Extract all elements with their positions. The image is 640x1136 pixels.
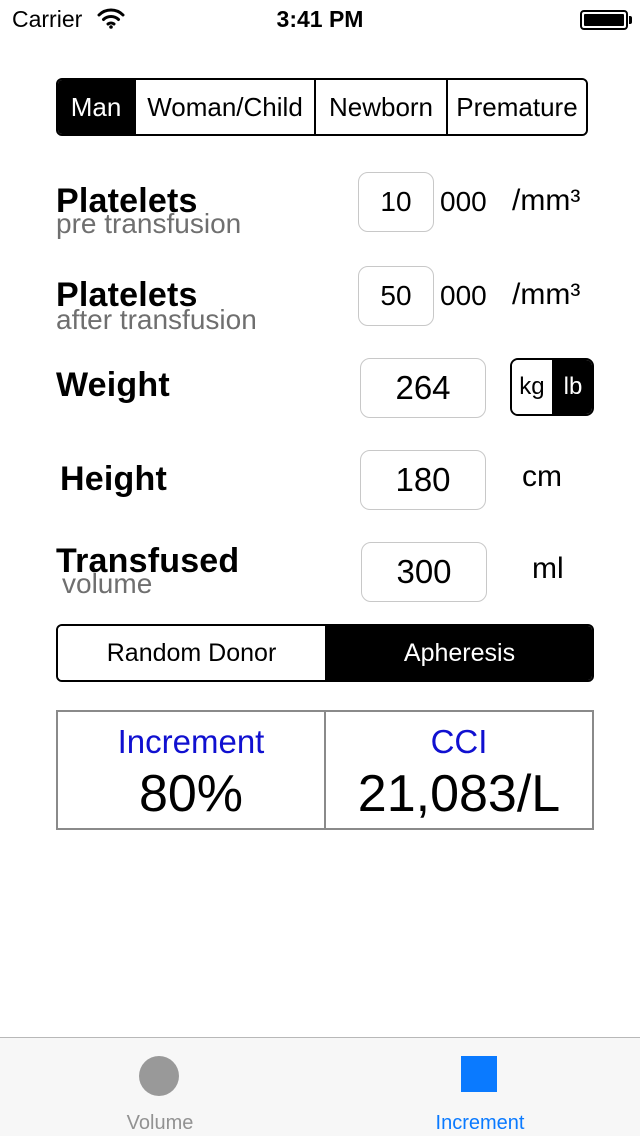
transfused-volume-input[interactable]: 300 xyxy=(361,542,487,602)
segment-apheresis[interactable]: Apheresis xyxy=(325,626,592,680)
patient-type-segmented-control: Man Woman/Child Newborn Premature xyxy=(56,78,588,136)
segment-lb[interactable]: lb xyxy=(551,360,592,414)
height-unit: cm xyxy=(522,460,562,493)
tab-bar: Volume Increment xyxy=(0,1037,640,1136)
cci-value: 21,083/L xyxy=(357,765,561,823)
segment-newborn[interactable]: Newborn xyxy=(314,80,446,134)
transfused-unit: ml xyxy=(532,552,564,585)
weight-input[interactable]: 264 xyxy=(360,358,486,418)
transfused-sublabel: volume xyxy=(62,568,153,599)
platelets-post-sublabel: after transfusion xyxy=(56,304,257,335)
donor-type-segmented-control: Random Donor Apheresis xyxy=(56,624,594,682)
height-label: Height xyxy=(60,460,167,498)
platelets-pre-suffix: 000 xyxy=(440,186,487,217)
platelets-pre-sublabel: pre transfusion xyxy=(56,208,242,239)
increment-value: 80% xyxy=(138,765,244,823)
segment-kg[interactable]: kg xyxy=(512,360,552,414)
battery-icon xyxy=(580,10,628,30)
battery-tip xyxy=(629,16,632,24)
increment-title: Increment xyxy=(117,723,265,760)
segment-premature[interactable]: Premature xyxy=(446,80,586,134)
increment-result: Increment 80% xyxy=(58,712,324,828)
status-bar: Carrier 3:41 PM xyxy=(0,0,640,40)
results-panel: Increment 80% CCI 21,083/L xyxy=(56,710,594,830)
platelets-post-suffix: 000 xyxy=(440,280,487,311)
platelets-pre-unit: /mm³ xyxy=(512,184,581,217)
tab-volume-label: Volume xyxy=(126,1112,194,1134)
cci-result: CCI 21,083/L xyxy=(324,712,592,828)
segment-random-donor[interactable]: Random Donor xyxy=(58,626,325,680)
cci-title: CCI xyxy=(430,723,488,760)
circle-icon xyxy=(139,1056,179,1096)
weight-label: Weight xyxy=(56,366,170,404)
tab-increment-label: Increment xyxy=(435,1112,525,1134)
square-icon xyxy=(461,1056,497,1092)
platelets-post-unit: /mm³ xyxy=(512,278,581,311)
height-input[interactable]: 180 xyxy=(360,450,486,510)
segment-woman-child[interactable]: Woman/Child xyxy=(134,80,314,134)
weight-unit-segmented-control: kg lb xyxy=(510,358,594,416)
clock: 3:41 PM xyxy=(276,6,364,32)
platelets-post-input[interactable]: 50 xyxy=(358,266,434,326)
platelets-pre-input[interactable]: 10 xyxy=(358,172,434,232)
segment-man[interactable]: Man xyxy=(58,80,134,134)
